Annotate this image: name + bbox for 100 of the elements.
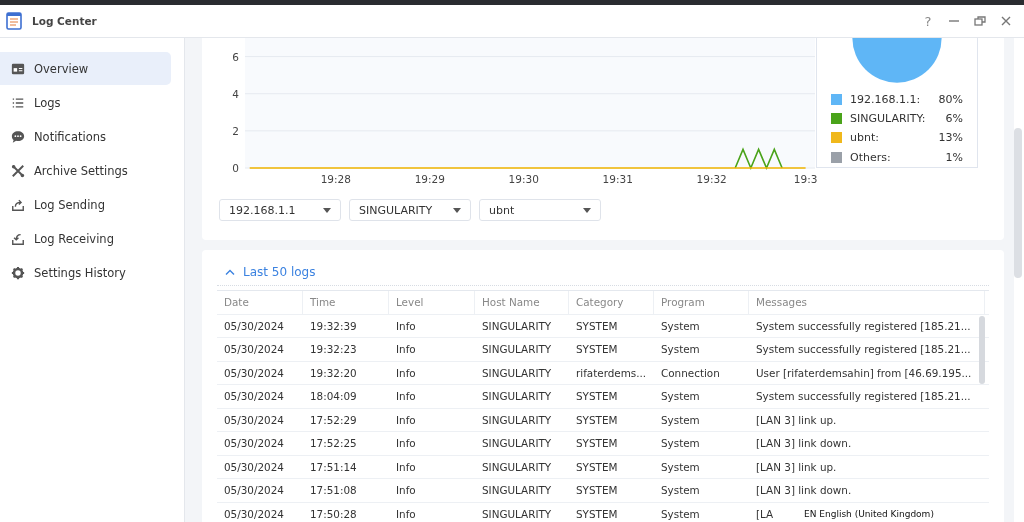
table-cell-text: Info — [395, 343, 417, 356]
table-cell-text: Info — [395, 366, 417, 379]
filter-dropdown[interactable]: SINGULARITY — [349, 199, 471, 221]
legend-label: 192.168.1.1: — [850, 92, 921, 106]
table-cell-text: 05/30/2024 — [223, 484, 285, 497]
table-cell-text: SINGULARITY — [481, 390, 553, 403]
table-cell-text: System — [660, 343, 701, 356]
table-cell-text: Info — [395, 319, 417, 332]
table-cell-text: SYSTEM — [575, 390, 619, 403]
tools-icon — [11, 163, 25, 178]
legend-label: ubnt: — [850, 131, 879, 145]
y-tick-label: 2 — [232, 124, 239, 137]
table-cell-text: [LAN 3] link up. — [755, 460, 837, 473]
page-scrollbar[interactable] — [1014, 128, 1022, 278]
sidebar-item[interactable]: Logs — [0, 86, 171, 119]
column-header[interactable]: Time — [303, 291, 389, 314]
table-cell-text: 05/30/2024 — [223, 460, 285, 473]
legend-label: SINGULARITY: — [850, 112, 926, 126]
help-button[interactable]: ? — [922, 13, 934, 29]
table-cell-text: SINGULARITY — [481, 413, 553, 426]
table-cell-text: SYSTEM — [575, 343, 619, 356]
table-cell-text: SINGULARITY — [481, 484, 553, 497]
y-tick-label: 4 — [232, 87, 239, 100]
speech-bubble-icon — [11, 129, 25, 144]
sidebar-item[interactable]: Notifications — [0, 120, 171, 153]
table-cell-text: [LA — [755, 507, 774, 520]
table-cell-text: System — [660, 507, 701, 520]
y-tick-label: 6 — [232, 50, 239, 63]
table-cell-text: 17:51:14 — [309, 460, 358, 473]
chevron-icon — [225, 269, 235, 275]
table-cell-text: SINGULARITY — [481, 507, 553, 520]
x-tick-label: 19:28 — [320, 173, 351, 185]
table-cell-text: System — [660, 484, 701, 497]
table-cell-text: System successfully registered [185.21... — [755, 319, 971, 332]
dashboard-card-icon — [11, 61, 25, 76]
table-cell-text: 05/30/2024 — [223, 319, 285, 332]
table-cell-text: SYSTEM — [575, 413, 619, 426]
table-cell-text: SYSTEM — [575, 484, 619, 497]
table-cell-text: System successfully registered [185.21... — [755, 390, 971, 403]
table-cell-text: 17:50:28 — [309, 507, 358, 520]
sidebar-item[interactable]: Overview — [0, 52, 171, 85]
table-cell-text: 19:32:23 — [309, 343, 358, 356]
column-header[interactable]: Category — [569, 291, 654, 314]
sidebar-item[interactable]: Settings History — [0, 256, 171, 289]
table-cell-text: [LAN 3] link down. — [755, 484, 852, 497]
caret-icon — [583, 207, 591, 213]
log-center-icon — [6, 12, 22, 30]
legend-percent: 80% — [938, 92, 963, 106]
table-cell-text: 18:04:09 — [309, 390, 358, 403]
sidebar-item[interactable]: Log Sending — [0, 188, 171, 221]
column-header[interactable]: Host Name — [475, 291, 569, 314]
x-tick-label: 19:31 — [602, 173, 633, 185]
caret-icon — [453, 207, 461, 213]
table-cell-text: System — [660, 319, 701, 332]
table-cell-text: Info — [395, 460, 417, 473]
table-cell-text: Connection — [660, 366, 721, 379]
logs-toggle[interactable]: Last 50 logs — [217, 262, 989, 286]
table-cell-text: System successfully registered [185.21... — [755, 343, 971, 356]
scrollbar-thumb[interactable] — [979, 316, 985, 384]
column-header[interactable]: Program — [654, 291, 749, 314]
table-cell-text: System — [660, 390, 701, 403]
table-cell-text: [LAN 3] link up. — [755, 413, 837, 426]
table-cell-text: SINGULARITY — [481, 319, 553, 332]
table-cell-text: SYSTEM — [575, 437, 619, 450]
table-cell-text: Info — [395, 507, 417, 520]
filter-dropdown[interactable]: 192.168.1.1 — [219, 199, 341, 221]
table-cell-text: Info — [395, 437, 417, 450]
list-icon — [11, 95, 25, 110]
table-cell-text: Info — [395, 484, 417, 497]
table-cell-text: System — [660, 460, 701, 473]
table-cell-text: User [rifaterdemsahin] from [46.69.195... — [755, 366, 972, 379]
sidebar-item[interactable]: Archive Settings — [0, 154, 171, 187]
restore-icon[interactable] — [974, 15, 986, 27]
sidebar-item[interactable]: Log Receiving — [0, 222, 171, 255]
table-cell-text: SINGULARITY — [481, 366, 553, 379]
table-cell-text: rifaterdems... — [575, 366, 648, 379]
legend-percent: 13% — [938, 131, 963, 145]
table-cell-text: 05/30/2024 — [223, 507, 285, 520]
filter-dropdown[interactable]: ubnt — [479, 199, 601, 221]
legend-label: Others: — [850, 150, 891, 164]
table-cell-text: 17:52:29 — [309, 413, 358, 426]
column-header[interactable]: Messages — [749, 291, 985, 314]
x-tick-label: 19:32 — [696, 173, 727, 185]
column-header[interactable]: Date — [217, 291, 303, 314]
x-tick-label: 19:30 — [508, 173, 539, 185]
table-cell-text: [LAN 3] link down. — [755, 437, 852, 450]
table-cell-text: SINGULARITY — [481, 343, 553, 356]
close-icon[interactable] — [1000, 15, 1012, 27]
y-tick-label: 0 — [232, 162, 239, 174]
table-cell-text: Info — [395, 390, 417, 403]
column-header[interactable]: Level — [389, 291, 475, 314]
caret-icon — [323, 207, 331, 213]
legend-percent: 6% — [945, 112, 963, 126]
table-cell-text: 05/30/2024 — [223, 413, 285, 426]
x-tick-label: 19:29 — [414, 173, 445, 185]
table-cell-text: 17:52:25 — [309, 437, 358, 450]
table-cell-text: System — [660, 413, 701, 426]
table-cell-text: 05/30/2024 — [223, 366, 285, 379]
table-cell-text: SYSTEM — [575, 319, 619, 332]
x-tick-label: 19:3 — [793, 173, 818, 185]
